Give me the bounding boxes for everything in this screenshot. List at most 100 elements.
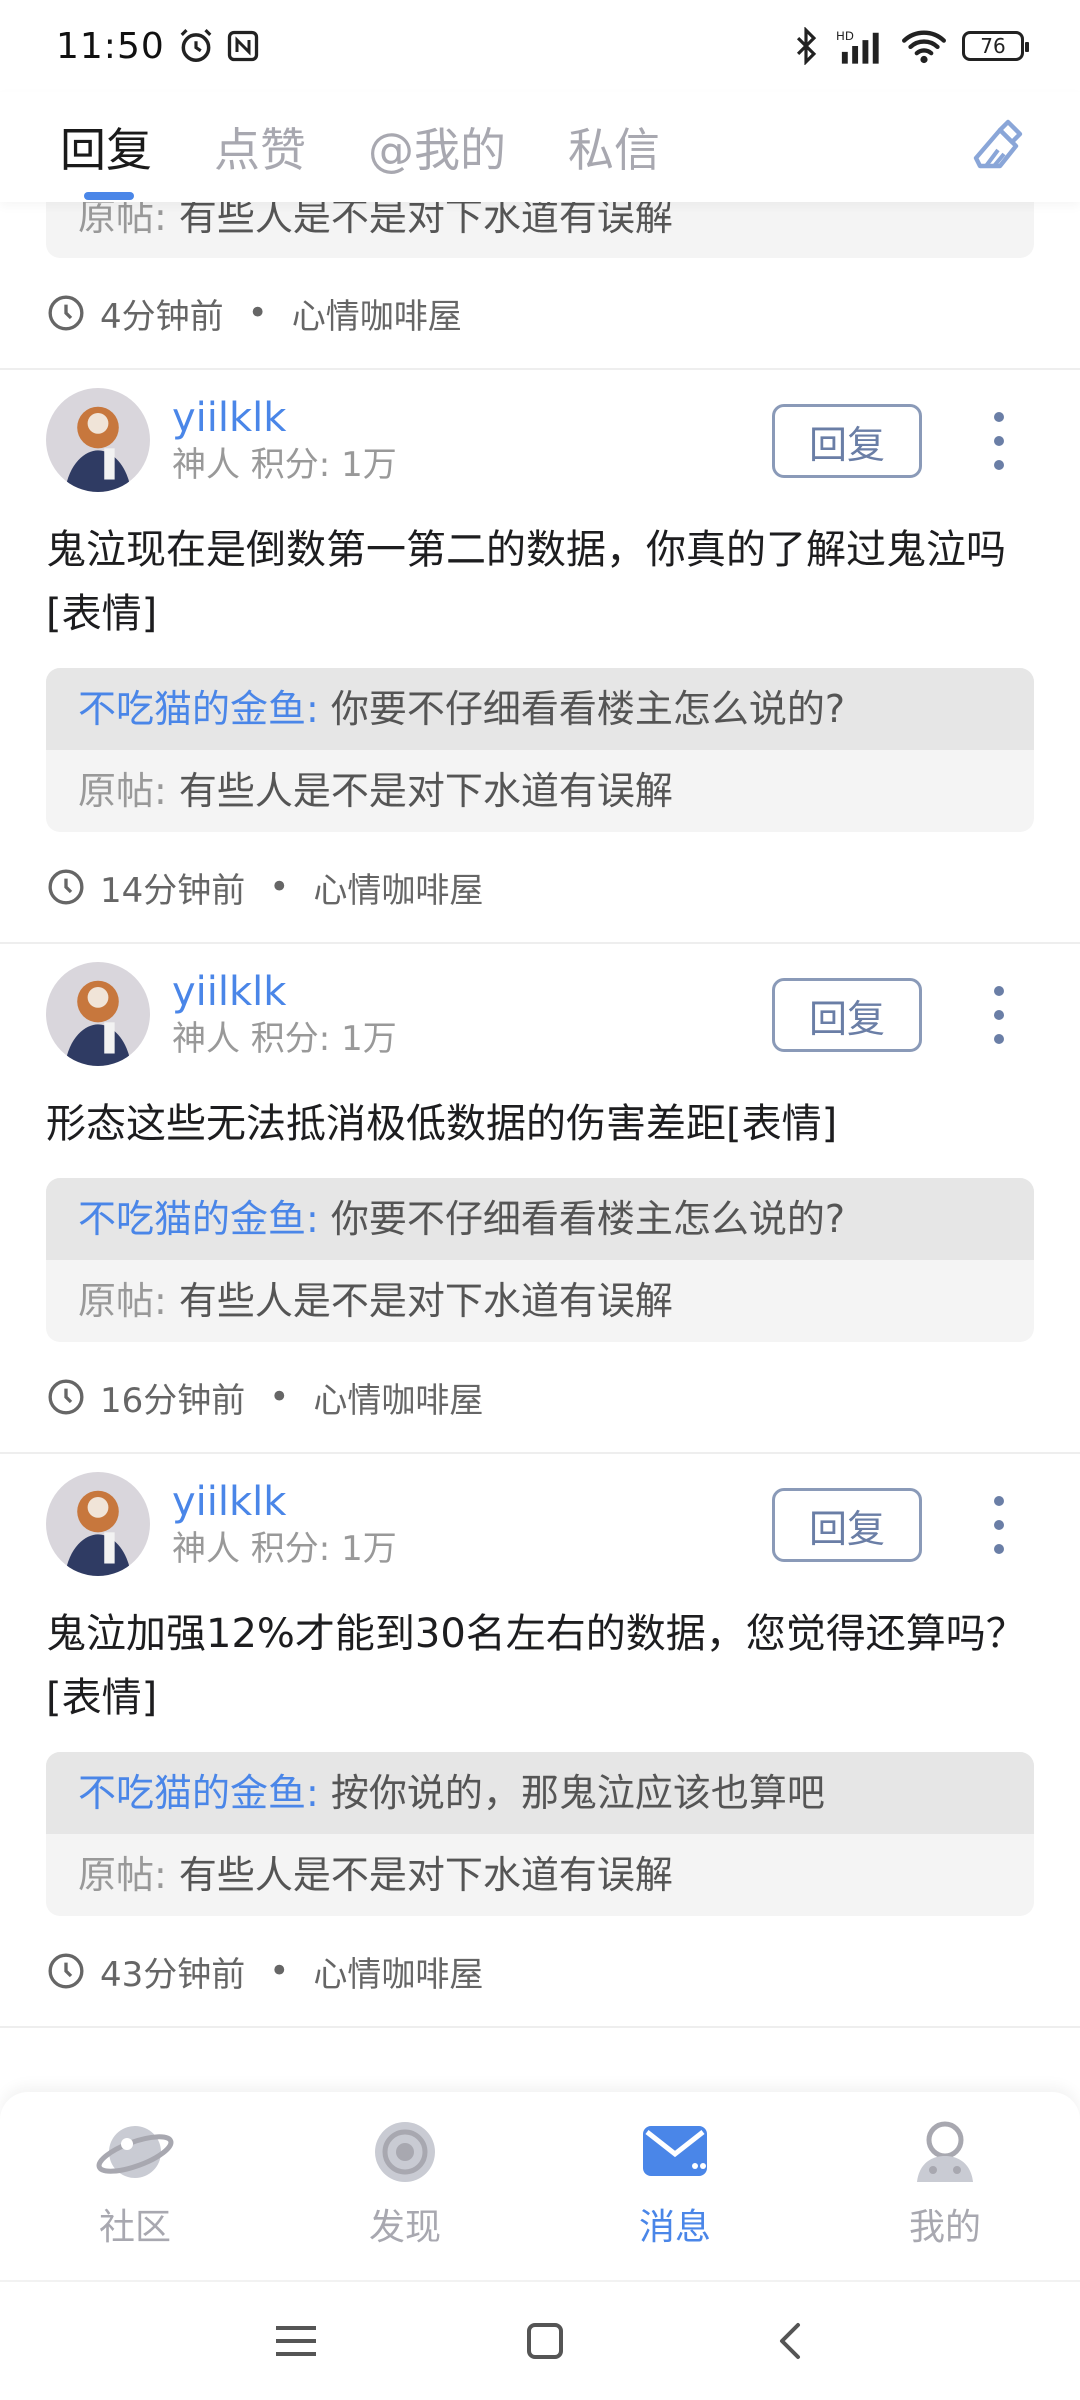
quote-original-post: 原帖: 有些人是不是对下水道有误解 xyxy=(46,202,1034,258)
forum-name[interactable]: 心情咖啡屋 xyxy=(313,1373,483,1422)
quote-box[interactable]: 不吃猫的金鱼: 按你说的，那鬼泣应该也算吧 原帖: 有些人是不是对下水道有误解 xyxy=(46,1752,1034,1916)
reply-item: yiilklk 神人 积分: 1万 回复 鬼泣现在是倒数第一第二的数据，你真的了… xyxy=(0,370,1080,944)
menu-icon[interactable] xyxy=(276,2324,316,2358)
wifi-icon xyxy=(902,30,946,64)
reply-content[interactable]: 鬼泣加强12%才能到30名左右的数据，您觉得还算吗？[表情] xyxy=(46,1594,1034,1748)
quote-box[interactable]: 不吃猫的金鱼: 你要不仔细看看楼主怎么说的? 原帖: 有些人是不是对下水道有误解 xyxy=(46,1178,1034,1342)
battery-level: 76 xyxy=(980,34,1006,58)
original-label: 原帖: xyxy=(78,769,167,813)
original-title: 有些人是不是对下水道有误解 xyxy=(178,1853,673,1897)
clock-icon xyxy=(48,869,84,905)
reply-content[interactable]: 鬼泣现在是倒数第一第二的数据，你真的了解过鬼泣吗[表情] xyxy=(46,510,1034,664)
reply-time: 43分钟前 xyxy=(100,1954,246,1995)
alarm-icon xyxy=(180,29,212,62)
nav-label: 我的 xyxy=(908,2207,981,2248)
quote-reply: 不吃猫的金鱼: 按你说的，那鬼泣应该也算吧 xyxy=(46,1752,1034,1834)
status-bar: 11:50 HD 76 xyxy=(0,0,1080,92)
broom-icon[interactable] xyxy=(968,114,1032,178)
discover-icon xyxy=(375,2122,435,2182)
user-name[interactable]: yiilklk xyxy=(172,967,397,1017)
nav-community[interactable]: 社区 xyxy=(0,2092,270,2280)
reply-button[interactable]: 回复 xyxy=(772,978,922,1052)
more-options-icon[interactable] xyxy=(992,982,1006,1048)
nfc-icon xyxy=(227,30,258,62)
mail-icon xyxy=(643,2126,707,2176)
quote-original-post: 原帖: 有些人是不是对下水道有误解 xyxy=(46,750,1034,832)
forum-name[interactable]: 心情咖啡屋 xyxy=(313,863,483,912)
more-options-icon[interactable] xyxy=(992,1492,1006,1558)
quoted-user-name: 不吃猫的金鱼: xyxy=(78,1197,319,1241)
meta-row: 43分钟前 • 心情咖啡屋 xyxy=(46,1916,1034,2026)
original-title: 有些人是不是对下水道有误解 xyxy=(178,1279,673,1323)
user-name[interactable]: yiilklk xyxy=(172,393,397,443)
nav-profile[interactable]: 我的 xyxy=(810,2092,1080,2280)
reply-item: 原帖: 有些人是不是对下水道有误解 4分钟前 • 心情咖啡屋 xyxy=(0,202,1080,370)
bottom-nav: 社区 发现 消息 我的 xyxy=(0,2092,1080,2280)
forum-name[interactable]: 心情咖啡屋 xyxy=(292,289,462,338)
screen: 11:50 HD 76 回复 点赞 @我的 私信 原帖: 有些人是不是对下水道有… xyxy=(0,0,1080,2400)
planet-icon xyxy=(96,2126,174,2178)
quote-box[interactable]: 不吃猫的金鱼: 你要不仔细看看楼主怎么说的? 原帖: 有些人是不是对下水道有误解 xyxy=(46,668,1034,832)
tab-likes[interactable]: 点赞 xyxy=(214,92,306,202)
quote-box[interactable]: 原帖: 有些人是不是对下水道有误解 xyxy=(46,202,1034,258)
meta-row: 4分钟前 • 心情咖啡屋 xyxy=(46,258,1034,368)
quoted-text: 你要不仔细看看楼主怎么说的? xyxy=(330,1197,846,1241)
nav-label: 消息 xyxy=(638,2207,711,2248)
nav-label: 社区 xyxy=(98,2207,171,2248)
status-time: 11:50 xyxy=(56,25,165,67)
original-label: 原帖: xyxy=(78,202,167,239)
avatar[interactable] xyxy=(46,962,150,1066)
message-tabs: 回复 点赞 @我的 私信 xyxy=(0,92,1080,202)
clock-icon xyxy=(48,295,84,331)
reply-time: 4分钟前 xyxy=(100,296,224,337)
nav-messages[interactable]: 消息 xyxy=(540,2092,810,2280)
signal-icon: HD xyxy=(836,29,879,64)
home-icon[interactable] xyxy=(526,2322,564,2360)
user-meta: 神人 积分: 1万 xyxy=(172,445,397,485)
reply-content[interactable]: 形态这些无法抵消极低数据的伤害差距[表情] xyxy=(46,1084,1034,1174)
original-title: 有些人是不是对下水道有误解 xyxy=(178,769,673,813)
tab-private-messages[interactable]: 私信 xyxy=(568,92,660,202)
avatar[interactable] xyxy=(46,1472,150,1576)
reply-item: yiilklk 神人 积分: 1万 回复 鬼泣加强12%才能到30名左右的数据，… xyxy=(0,1454,1080,2028)
user-meta: 神人 积分: 1万 xyxy=(172,1529,397,1569)
quote-reply: 不吃猫的金鱼: 你要不仔细看看楼主怎么说的? xyxy=(46,668,1034,750)
original-label: 原帖: xyxy=(78,1279,167,1323)
profile-icon xyxy=(917,2121,973,2182)
reply-time: 14分钟前 xyxy=(100,870,246,911)
system-nav xyxy=(0,2280,1080,2400)
bluetooth-icon xyxy=(796,27,817,65)
quote-original-post: 原帖: 有些人是不是对下水道有误解 xyxy=(46,1834,1034,1916)
more-options-icon[interactable] xyxy=(992,408,1006,474)
reply-item: yiilklk 神人 积分: 1万 回复 形态这些无法抵消极低数据的伤害差距[表… xyxy=(0,944,1080,1454)
quoted-user-name: 不吃猫的金鱼: xyxy=(78,687,319,731)
battery-indicator: 76 xyxy=(962,31,1029,61)
reply-button[interactable]: 回复 xyxy=(772,1488,922,1562)
original-label: 原帖: xyxy=(78,1853,167,1897)
back-icon[interactable] xyxy=(774,2321,804,2361)
quote-reply: 不吃猫的金鱼: 你要不仔细看看楼主怎么说的? xyxy=(46,1178,1034,1260)
original-title: 有些人是不是对下水道有误解 xyxy=(178,202,673,239)
quote-original-post: 原帖: 有些人是不是对下水道有误解 xyxy=(46,1260,1034,1342)
reply-time: 16分钟前 xyxy=(100,1380,246,1421)
user-row: yiilklk 神人 积分: 1万 回复 xyxy=(46,1454,1034,1594)
quoted-text: 按你说的，那鬼泣应该也算吧 xyxy=(330,1771,825,1815)
avatar[interactable] xyxy=(46,388,150,492)
forum-name[interactable]: 心情咖啡屋 xyxy=(313,1947,483,1996)
clock-icon xyxy=(48,1379,84,1415)
nav-discover[interactable]: 发现 xyxy=(270,2092,540,2280)
user-row: yiilklk 神人 积分: 1万 回复 xyxy=(46,370,1034,510)
quoted-user-name: 不吃猫的金鱼: xyxy=(78,1771,319,1815)
user-meta: 神人 积分: 1万 xyxy=(172,1019,397,1059)
clock-icon xyxy=(48,1953,84,1989)
reply-button[interactable]: 回复 xyxy=(772,404,922,478)
tab-replies[interactable]: 回复 xyxy=(60,92,152,202)
reply-feed[interactable]: 原帖: 有些人是不是对下水道有误解 4分钟前 • 心情咖啡屋 yiilklk 神… xyxy=(0,202,1080,2092)
tab-mentions[interactable]: @我的 xyxy=(368,92,506,202)
meta-row: 14分钟前 • 心情咖啡屋 xyxy=(46,832,1034,942)
nav-label: 发现 xyxy=(368,2207,441,2248)
user-row: yiilklk 神人 积分: 1万 回复 xyxy=(46,944,1034,1084)
svg-text:HD: HD xyxy=(836,29,854,43)
meta-row: 16分钟前 • 心情咖啡屋 xyxy=(46,1342,1034,1452)
user-name[interactable]: yiilklk xyxy=(172,1477,397,1527)
